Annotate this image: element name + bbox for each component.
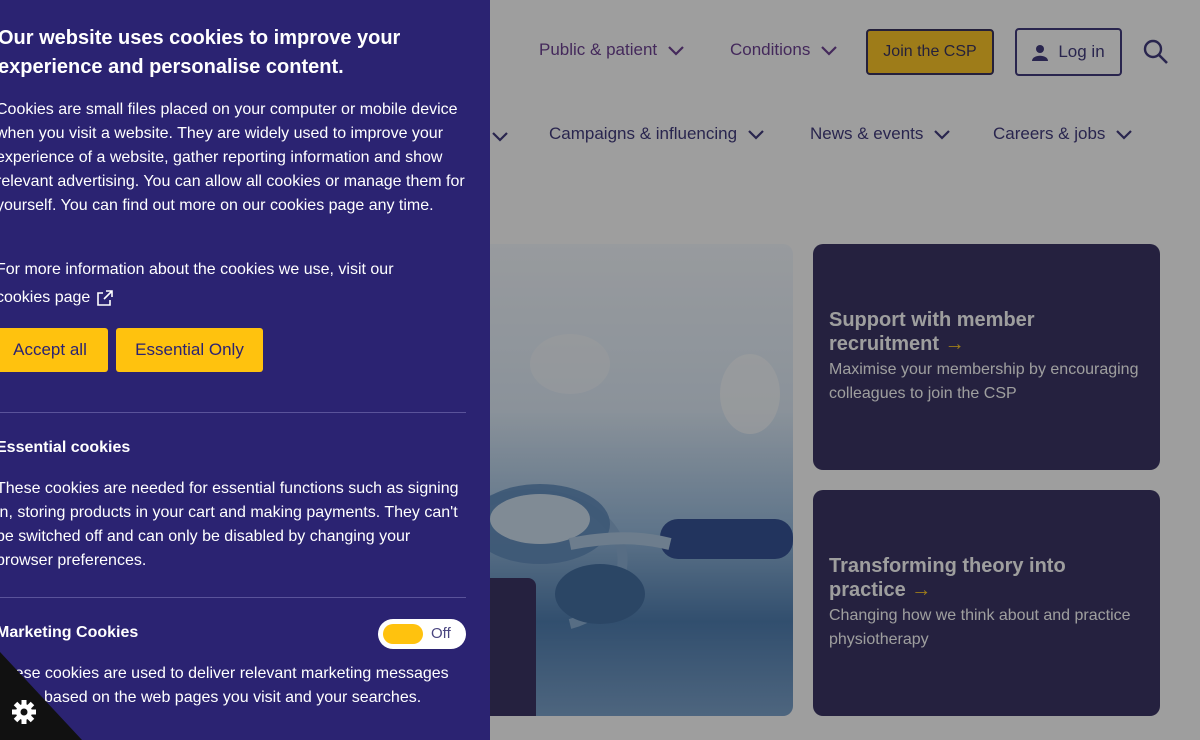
cookie-more-info: For more information about the cookies w…: [0, 258, 466, 310]
cookie-consent-panel: Our website uses cookies to improve your…: [0, 0, 490, 740]
essential-cookies-title: Essential cookies: [0, 439, 131, 456]
essential-cookies-description: These cookies are needed for essential f…: [0, 480, 459, 569]
cookie-heading: Our website uses cookies to improve your…: [0, 27, 401, 78]
cookie-intro: Cookies are small files placed on your c…: [0, 101, 465, 214]
cookies-link-label: cookies page: [0, 289, 91, 306]
essential-only-button[interactable]: Essential Only: [116, 328, 263, 372]
divider: [0, 597, 466, 598]
cookies-page-link[interactable]: cookies page: [0, 286, 114, 310]
external-link-icon: [97, 289, 114, 306]
accept-all-button[interactable]: Accept all: [0, 328, 108, 372]
toggle-knob: [383, 624, 423, 644]
divider: [0, 412, 466, 413]
marketing-cookies-title: Marketing Cookies: [0, 624, 139, 641]
marketing-cookies-toggle[interactable]: Off: [378, 619, 466, 649]
gear-icon: [12, 700, 36, 724]
more-info-text: For more information about the cookies w…: [0, 261, 394, 278]
toggle-state-label: Off: [431, 625, 451, 642]
cookie-settings-tab[interactable]: [0, 652, 88, 740]
